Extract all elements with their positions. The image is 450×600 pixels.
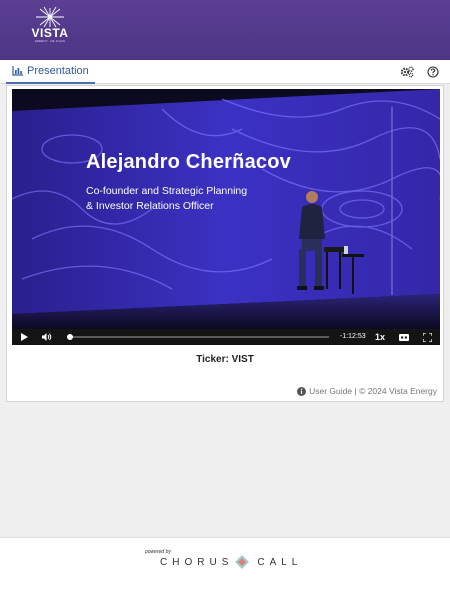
info-icon [297,386,307,396]
speaker-title: Co-founder and Strategic Planning & Inve… [86,184,247,214]
progress-bar[interactable] [66,334,329,340]
speaker-title-line2: & Investor Relations Officer [86,200,214,212]
play-icon[interactable] [17,329,31,345]
tab-label: Presentation [27,65,89,77]
tab-bar: Presentation [0,60,450,84]
logo-text: VISTA [31,26,69,40]
video-controls: -1:12:53 1x [12,329,440,345]
tab-presentation[interactable]: Presentation [6,60,95,84]
speaker-name: Alejandro Cherñacov [86,151,291,173]
user-guide-link[interactable]: User Guide [309,386,352,396]
progress-handle[interactable] [66,334,73,340]
vista-logo: VISTA ENERGY · OIL & GAS [28,6,72,52]
chart-icon [12,66,23,76]
video-player[interactable]: Alejandro Cherñacov Co-founder and Strat… [12,89,440,345]
chorus-call-logo: CHORUS CALL [160,555,302,569]
footer-separator: | [352,386,360,396]
footer-note: User Guide | © 2024 Vista Energy [297,386,437,396]
help-icon[interactable] [426,65,440,79]
playback-speed-button[interactable]: 1x [375,329,385,345]
star-logo-icon [36,6,64,28]
diamond-logo-icon [235,555,250,569]
brand-right: CALL [257,556,303,568]
powered-by-footer: powered by CHORUS CALL [0,537,450,600]
app-header: VISTA ENERGY · OIL & GAS [0,0,450,60]
presentation-panel: Alejandro Cherñacov Co-founder and Strat… [6,85,444,402]
time-remaining: -1:12:53 [340,333,366,340]
captions-icon[interactable] [397,329,411,345]
ticker-label: Ticker: VIST [196,354,254,365]
brand-left: CHORUS [160,556,234,568]
fullscreen-icon[interactable] [420,329,434,345]
copyright-text: © 2024 Vista Energy [359,386,437,396]
speaker-title-line1: Co-founder and Strategic Planning [86,185,248,197]
gears-icon[interactable] [400,65,414,79]
volume-icon[interactable] [40,329,54,345]
